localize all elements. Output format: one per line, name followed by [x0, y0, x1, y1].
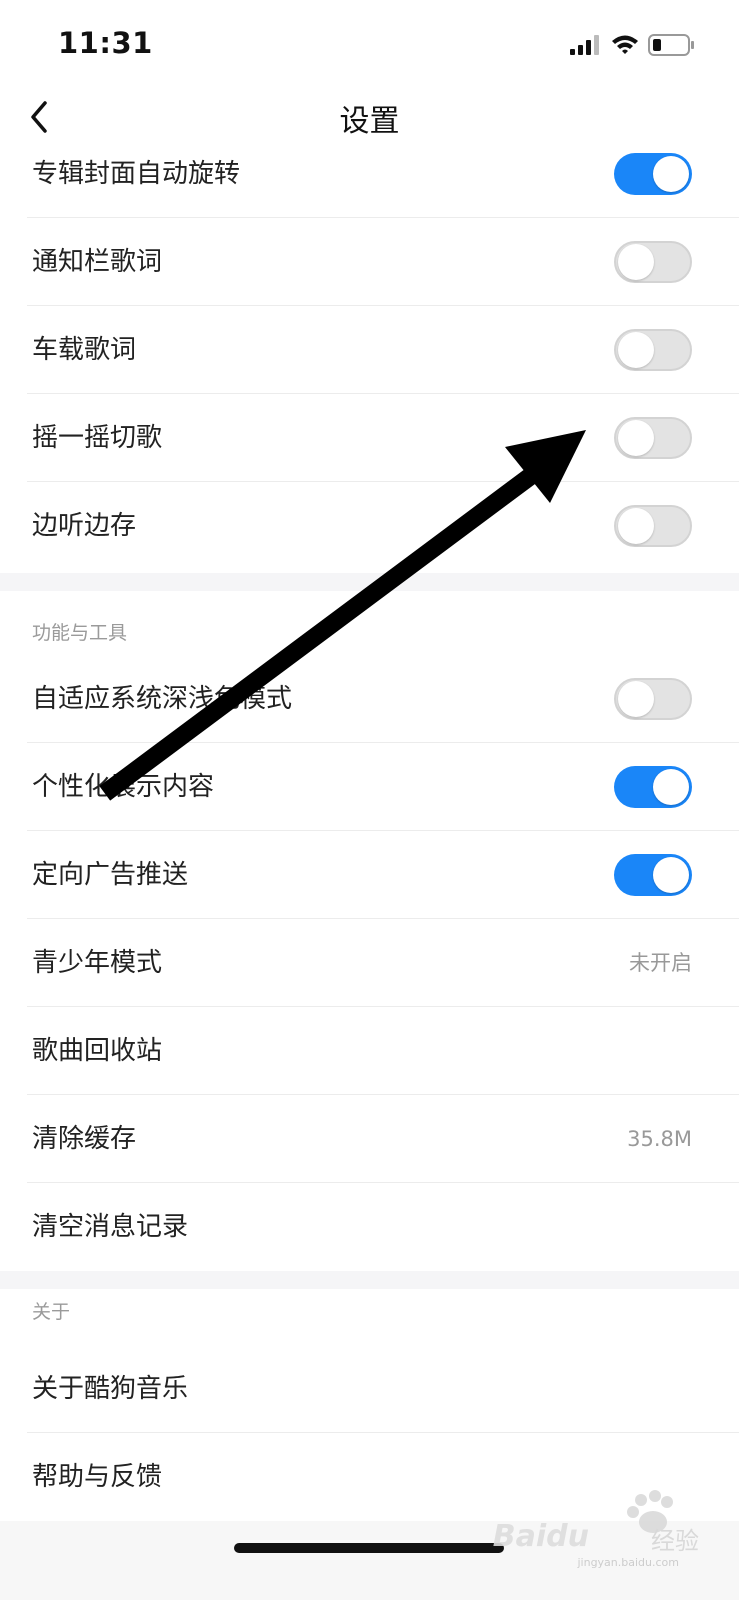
setting-label: 自适应系统深浅色模式 [32, 684, 293, 714]
setting-shake-to-switch: 摇一摇切歌 [0, 394, 739, 482]
wifi-icon [612, 35, 638, 54]
watermark-site: jingyan.baidu.com [577, 1556, 679, 1569]
personalized-content-toggle[interactable] [614, 766, 692, 808]
cache-size: 35.8M [627, 1127, 692, 1151]
toggle-knob [653, 857, 689, 893]
watermark-brand: Baidu [492, 1519, 589, 1554]
setting-about-kugou[interactable]: 关于酷狗音乐 [0, 1345, 739, 1433]
targeted-ads-toggle[interactable] [614, 854, 692, 896]
setting-cache-while-listening: 边听边存 [0, 482, 739, 570]
cellular-signal-icon [570, 35, 599, 55]
setting-label: 青少年模式 [32, 948, 163, 978]
setting-label: 专辑封面自动旋转 [32, 159, 241, 189]
status-bar: 11:31 [0, 0, 739, 90]
setting-clear-messages[interactable]: 清空消息记录 [0, 1183, 739, 1271]
setting-label: 帮助与反馈 [32, 1462, 163, 1492]
setting-teen-mode[interactable]: 青少年模式 未开启 [0, 919, 739, 1007]
status-time: 11:31 [58, 26, 153, 60]
setting-label: 关于酷狗音乐 [32, 1374, 189, 1404]
setting-label: 通知栏歌词 [32, 247, 163, 277]
watermark-cn: 经验 [651, 1527, 699, 1555]
car-lyrics-toggle[interactable] [614, 329, 692, 371]
toggle-knob [618, 420, 654, 456]
section-header-about: 关于 [32, 1301, 71, 1323]
toggle-knob [618, 681, 654, 717]
setting-car-lyrics: 车载歌词 [0, 306, 739, 394]
setting-adaptive-dark-mode: 自适应系统深浅色模式 [0, 655, 739, 743]
section-gap [0, 573, 739, 591]
album-cover-rotate-toggle[interactable] [614, 153, 692, 195]
toggle-knob [618, 332, 654, 368]
toggle-knob [653, 769, 689, 805]
setting-notification-lyrics: 通知栏歌词 [0, 218, 739, 306]
setting-personalized-content: 个性化展示内容 [0, 743, 739, 831]
setting-clear-cache[interactable]: 清除缓存 35.8M [0, 1095, 739, 1183]
setting-label: 清除缓存 [32, 1124, 137, 1154]
setting-song-recycle-bin[interactable]: 歌曲回收站 [0, 1007, 739, 1095]
toggle-knob [653, 156, 689, 192]
setting-label: 清空消息记录 [32, 1212, 189, 1242]
status-icons [570, 30, 695, 60]
toggle-knob [618, 244, 654, 280]
section-gap [0, 1271, 739, 1289]
shake-to-switch-toggle[interactable] [614, 417, 692, 459]
setting-label: 摇一摇切歌 [32, 423, 163, 453]
status-icons-svg [570, 34, 694, 56]
setting-label: 车载歌词 [32, 335, 137, 365]
setting-label: 定向广告推送 [32, 860, 189, 890]
setting-label: 个性化展示内容 [32, 772, 215, 802]
setting-album-cover-rotate: 专辑封面自动旋转 [0, 130, 739, 218]
home-indicator [234, 1543, 504, 1553]
cache-while-listening-toggle[interactable] [614, 505, 692, 547]
section-header-tools: 功能与工具 [32, 622, 128, 644]
setting-label: 边听边存 [32, 511, 137, 541]
setting-targeted-ads: 定向广告推送 [0, 831, 739, 919]
notification-lyrics-toggle[interactable] [614, 241, 692, 283]
teen-mode-status: 未开启 [629, 951, 692, 975]
battery-icon [648, 34, 694, 56]
adaptive-dark-mode-toggle[interactable] [614, 678, 692, 720]
setting-label: 歌曲回收站 [32, 1036, 163, 1066]
toggle-knob [618, 508, 654, 544]
